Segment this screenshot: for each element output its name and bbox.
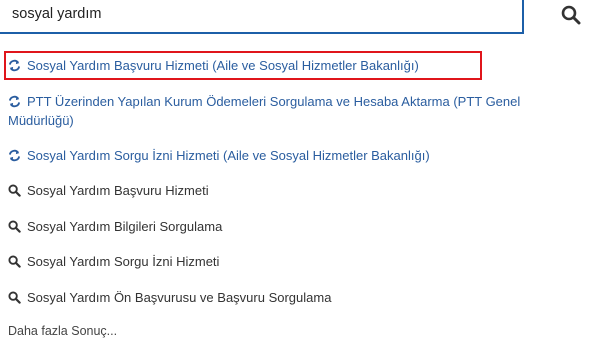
list-item-label: Sosyal Yardım Ön Başvurusu ve Başvuru So… bbox=[27, 290, 332, 305]
search-box bbox=[0, 0, 524, 34]
list-item[interactable]: PTT Üzerinden Yapılan Kurum Ödemeleri So… bbox=[8, 92, 598, 130]
list-item-label-continued: Müdürlüğü) bbox=[8, 113, 74, 128]
search-icon bbox=[8, 291, 21, 304]
more-results-link[interactable]: Daha fazla Sonuç... bbox=[8, 322, 598, 341]
search-icon bbox=[8, 255, 21, 268]
list-item[interactable]: Sosyal Yardım Sorgu İzni Hizmeti bbox=[8, 252, 598, 271]
search-icon bbox=[8, 220, 21, 233]
list-item-label: PTT Üzerinden Yapılan Kurum Ödemeleri So… bbox=[27, 94, 521, 109]
search-input[interactable] bbox=[10, 2, 514, 26]
list-item-label: Sosyal Yardım Bilgileri Sorgulama bbox=[27, 219, 223, 234]
more-results-label: Daha fazla Sonuç... bbox=[8, 324, 118, 338]
search-bar bbox=[0, 0, 605, 36]
list-item[interactable]: Sosyal Yardım Ön Başvurusu ve Başvuru So… bbox=[8, 288, 598, 307]
list-item-label: Sosyal Yardım Sorgu İzni Hizmeti (Aile v… bbox=[27, 148, 430, 163]
list-item-label: Sosyal Yardım Başvuru Hizmeti bbox=[27, 183, 209, 198]
list-item[interactable]: Sosyal Yardım Başvuru Hizmeti (Aile ve S… bbox=[8, 56, 598, 75]
search-button[interactable] bbox=[556, 2, 586, 28]
search-icon bbox=[561, 5, 581, 25]
list-item[interactable]: Sosyal Yardım Sorgu İzni Hizmeti (Aile v… bbox=[8, 146, 598, 165]
list-item[interactable]: Sosyal Yardım Bilgileri Sorgulama bbox=[8, 217, 598, 236]
list-item[interactable]: Sosyal Yardım Başvuru Hizmeti bbox=[8, 181, 598, 200]
refresh-icon bbox=[8, 95, 21, 108]
search-icon bbox=[8, 184, 21, 197]
list-item-label: Sosyal Yardım Başvuru Hizmeti (Aile ve S… bbox=[27, 58, 419, 73]
refresh-icon bbox=[8, 149, 21, 162]
list-item-label: Sosyal Yardım Sorgu İzni Hizmeti bbox=[27, 254, 220, 269]
refresh-icon bbox=[8, 59, 21, 72]
